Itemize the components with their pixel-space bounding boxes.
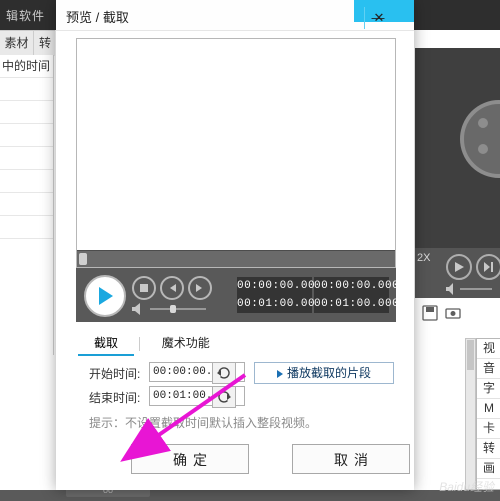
right-category-list: 视 音 字 M 卡 转 画 [476,338,500,490]
ok-button-label: 确定 [173,452,213,468]
list-item[interactable]: 转 [477,439,500,459]
close-button[interactable]: ✕ [364,7,393,29]
list-item[interactable] [0,147,53,170]
timecode-current-value: 00:00:00.000 [237,277,312,295]
crop-tabs: 截取 魔术功能 [78,332,394,356]
dialog-titlebar[interactable]: 预览 / 截取 —✕ [56,0,414,31]
preview-viewport [76,38,396,268]
list-item[interactable] [0,193,53,216]
list-item[interactable]: 字 [477,379,500,399]
list-item[interactable]: 音 [477,359,500,379]
play-clip-label: 播放截取的片段 [287,366,371,380]
set-start-from-playhead-button[interactable] [212,362,236,384]
prev-frame-button[interactable] [160,276,184,300]
left-list: 中的时间 [0,55,54,355]
list-item[interactable]: 卡 [477,419,500,439]
list-item[interactable] [0,170,53,193]
list-item[interactable] [0,78,53,101]
stop-button[interactable] [132,276,156,300]
timecode-end-value-dup: 00:01:00.000 [237,295,312,313]
timecode-end: 00:00:00.000 00:01:00.000 [314,277,389,313]
right-volume-slider[interactable] [446,282,496,296]
cancel-button[interactable]: 取消 [292,444,410,474]
preview-crop-dialog: 预览 / 截取 —✕ 00:00:00.000 00:01:00.000 00:… [56,0,414,490]
scrollbar-thumb[interactable] [467,340,474,370]
list-item[interactable] [0,216,53,239]
right-scrollbar[interactable] [465,338,476,490]
list-item[interactable] [0,101,53,124]
list-item[interactable]: 中的时间 [0,55,53,78]
dialog-title: 预览 / 截取 [66,7,129,26]
start-time-label: 开始时间: [89,365,140,382]
left-tabbar: 素材 转 [0,30,55,56]
list-item[interactable]: M [477,399,500,419]
list-item[interactable]: 视 [477,339,500,359]
watermark: Baidu经验 [439,478,494,495]
zoom-label: 2X [417,252,430,264]
next-frame-button[interactable] [188,276,212,300]
tab-convert[interactable]: 转 [33,31,56,56]
timecode-current-value2: 00:00:00.000 [314,277,389,295]
end-time-row: 结束时间: [89,386,409,408]
preview-seek-track[interactable] [77,250,395,267]
play-clip-button[interactable]: 播放截取的片段 [254,362,394,384]
list-item[interactable]: 画 [477,459,500,479]
timecode-end-value: 00:01:00.000 [314,295,389,313]
set-end-from-playhead-button[interactable] [212,386,236,408]
timecode-current: 00:00:00.000 00:01:00.000 [237,277,312,313]
list-item[interactable] [0,124,53,147]
list-item-label: 中的时间 [2,59,50,73]
cancel-button-label: 取消 [334,452,374,468]
tab-crop[interactable]: 截取 [78,332,134,356]
app-title: 辑软件 [6,7,45,24]
right-toolbar [422,305,500,329]
camera-icon[interactable] [445,305,463,323]
ok-button[interactable]: 确定 [131,444,249,474]
tab-magic[interactable]: 魔术功能 [146,332,226,356]
play-button[interactable] [84,275,126,317]
tab-material[interactable]: 素材 [0,31,33,56]
right-play-button[interactable] [446,254,472,280]
hint-text: 提示：不设置截取时间默认插入整段视频。 [89,414,317,431]
window-controls: —✕ [354,0,414,22]
tab-separator [139,337,140,351]
right-next-button[interactable] [476,254,500,280]
play-icon [277,370,283,378]
seek-thumb[interactable] [79,253,87,265]
save-icon[interactable] [422,305,440,323]
volume-slider[interactable] [132,302,212,316]
end-time-label: 结束时间: [89,389,140,406]
playback-bar: 00:00:00.000 00:01:00.000 00:00:00.000 0… [76,268,396,322]
